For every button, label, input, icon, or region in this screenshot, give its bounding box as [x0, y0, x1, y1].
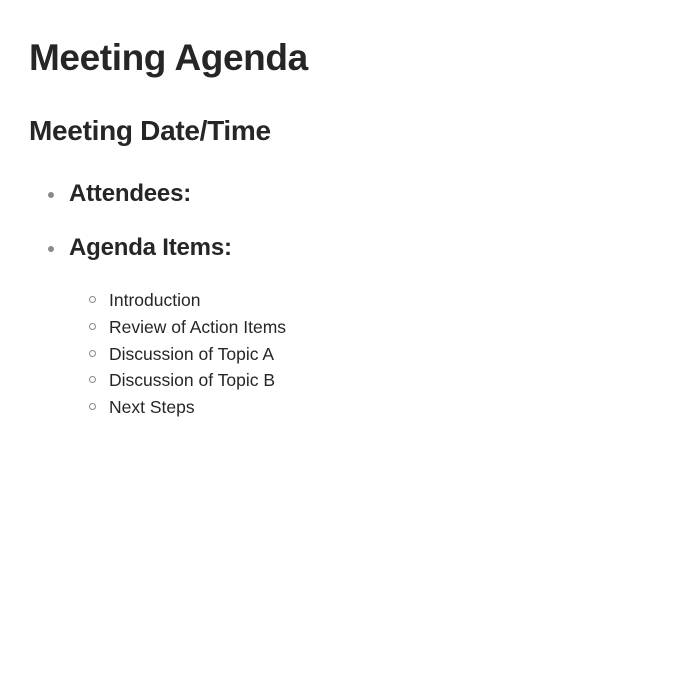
bullet-circle-icon	[89, 349, 96, 357]
agenda-item-label: Discussion of Topic B	[109, 370, 276, 391]
agenda-item-label: Discussion of Topic A	[109, 343, 275, 364]
agenda-items-label: Agenda Items:	[69, 234, 232, 261]
bullet-circle-icon	[89, 403, 96, 411]
bullet-disc-icon	[48, 192, 54, 198]
agenda-item-label: Introduction	[109, 290, 201, 310]
meeting-date-time-heading: Meeting Date/Time	[29, 115, 271, 146]
attendees-label: Attendees:	[69, 180, 192, 207]
bullet-circle-icon	[89, 376, 96, 384]
agenda-item-label: Next Steps	[109, 397, 195, 418]
bullet-disc-icon	[48, 246, 54, 252]
page-title: Meeting Agenda	[29, 37, 308, 78]
agenda-item-label: Review of Action Items	[109, 316, 287, 337]
document-page: Meeting Agenda Meeting Date/Time Attende…	[0, 0, 700, 700]
bullet-circle-icon	[89, 322, 96, 330]
bullet-circle-icon	[89, 296, 96, 303]
